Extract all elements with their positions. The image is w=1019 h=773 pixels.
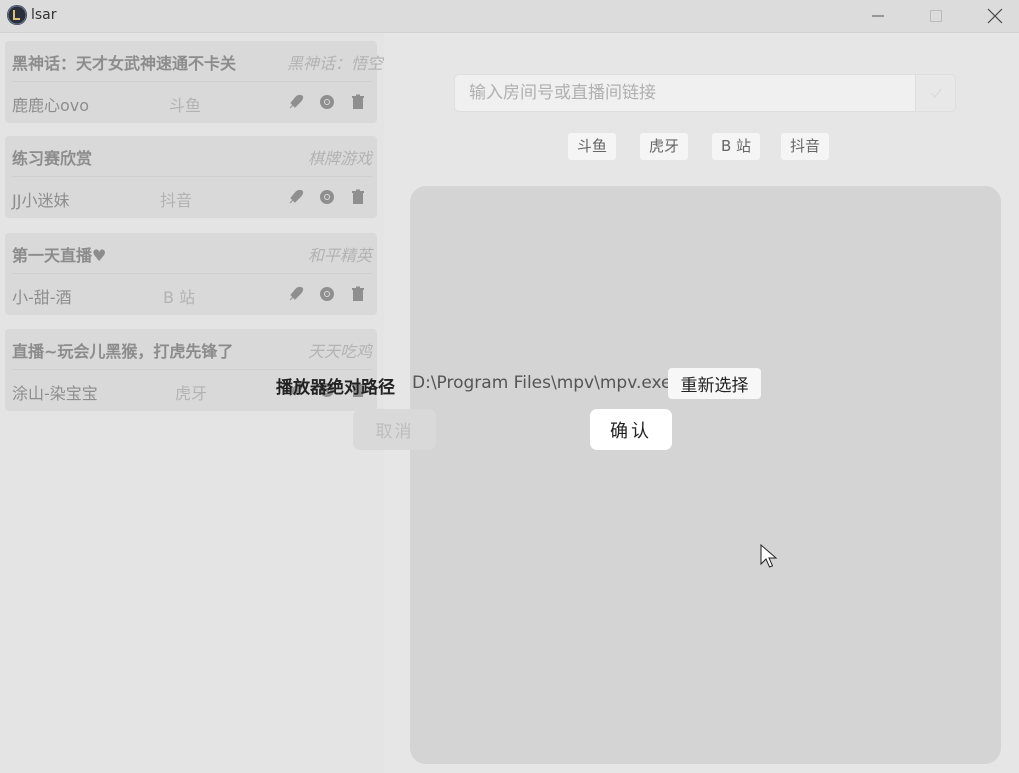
room-card[interactable]: 练习赛欣赏 棋牌游戏 JJ小迷妹 抖音 <box>5 136 377 218</box>
room-category: 黑神话：悟空 <box>286 54 383 73</box>
chrome-icon[interactable] <box>318 188 336 206</box>
app-title: lsar <box>31 7 57 23</box>
content-panel <box>410 186 1001 764</box>
player-path-label: 播放器绝对路径 <box>276 378 395 398</box>
room-search-input[interactable] <box>455 75 915 111</box>
platform-name: B 站 <box>163 288 196 307</box>
card-divider <box>12 369 372 370</box>
title-bar: lsar <box>0 0 1019 33</box>
card-actions <box>287 188 367 208</box>
room-title: 第一天直播♥ <box>12 246 107 265</box>
room-title: 直播~玩会儿黑猴，打虎先锋了 <box>12 342 234 361</box>
cancel-button[interactable]: 取消 <box>353 409 436 450</box>
room-category: 天天吃鸡 <box>307 342 372 361</box>
trash-icon[interactable] <box>349 93 367 111</box>
trash-icon[interactable] <box>349 285 367 303</box>
platform-tag-bilibili[interactable]: B 站 <box>712 133 761 160</box>
card-actions <box>287 285 367 305</box>
card-divider <box>12 81 372 82</box>
room-card[interactable]: 第一天直播♥ 和平精英 小-甜-酒 B 站 <box>5 233 377 315</box>
room-title: 黑神话：天才女武神速通不卡关 <box>12 54 237 73</box>
room-title: 练习赛欣赏 <box>12 149 93 168</box>
reselect-button[interactable]: 重新选择 <box>668 368 761 399</box>
check-icon <box>929 88 942 99</box>
confirm-button[interactable]: 确认 <box>590 409 672 450</box>
platform-tag-douyin[interactable]: 抖音 <box>781 133 830 160</box>
platform-name: 斗鱼 <box>169 96 202 115</box>
trash-icon[interactable] <box>349 188 367 206</box>
rocket-icon[interactable] <box>287 285 305 303</box>
chrome-icon[interactable] <box>318 93 336 111</box>
streamer-name: 鹿鹿心ovo <box>12 96 90 115</box>
minimize-icon <box>872 15 884 17</box>
room-card[interactable]: 直播~玩会儿黑猴，打虎先锋了 天天吃鸡 涂山-染宝宝 虎牙 <box>5 329 377 411</box>
streamer-name: 小-甜-酒 <box>12 288 72 307</box>
search-submit-button[interactable] <box>916 74 956 112</box>
minimize-button[interactable] <box>849 0 907 32</box>
maximize-button[interactable] <box>907 0 965 32</box>
close-icon <box>987 8 1003 24</box>
room-card[interactable]: 黑神话：天才女武神速通不卡关 黑神话：悟空 鹿鹿心ovo 斗鱼 <box>5 41 383 123</box>
card-divider <box>12 176 372 177</box>
platform-tag-huya[interactable]: 虎牙 <box>640 133 689 160</box>
streamer-name: 涂山-染宝宝 <box>12 384 98 403</box>
card-divider <box>12 273 372 274</box>
player-path-value: D:\Program Files\mpv\mpv.exe <box>412 373 672 393</box>
mouse-cursor-icon <box>760 544 778 568</box>
rocket-icon[interactable] <box>287 188 305 206</box>
room-category: 和平精英 <box>307 246 372 265</box>
close-button[interactable] <box>966 0 1019 32</box>
maximize-icon <box>930 10 942 22</box>
card-actions <box>287 93 367 113</box>
app-logo-icon <box>7 5 27 25</box>
room-category: 棋牌游戏 <box>307 149 372 168</box>
streamer-name: JJ小迷妹 <box>12 191 70 210</box>
platform-tag-douyu[interactable]: 斗鱼 <box>568 133 617 160</box>
rocket-icon[interactable] <box>287 93 305 111</box>
chrome-icon[interactable] <box>318 285 336 303</box>
platform-name: 虎牙 <box>175 384 208 403</box>
search-box <box>454 74 916 112</box>
platform-name: 抖音 <box>160 191 193 210</box>
sidebar: 黑神话：天才女武神速通不卡关 黑神话：悟空 鹿鹿心ovo 斗鱼 练习赛欣赏 棋牌… <box>0 33 384 773</box>
